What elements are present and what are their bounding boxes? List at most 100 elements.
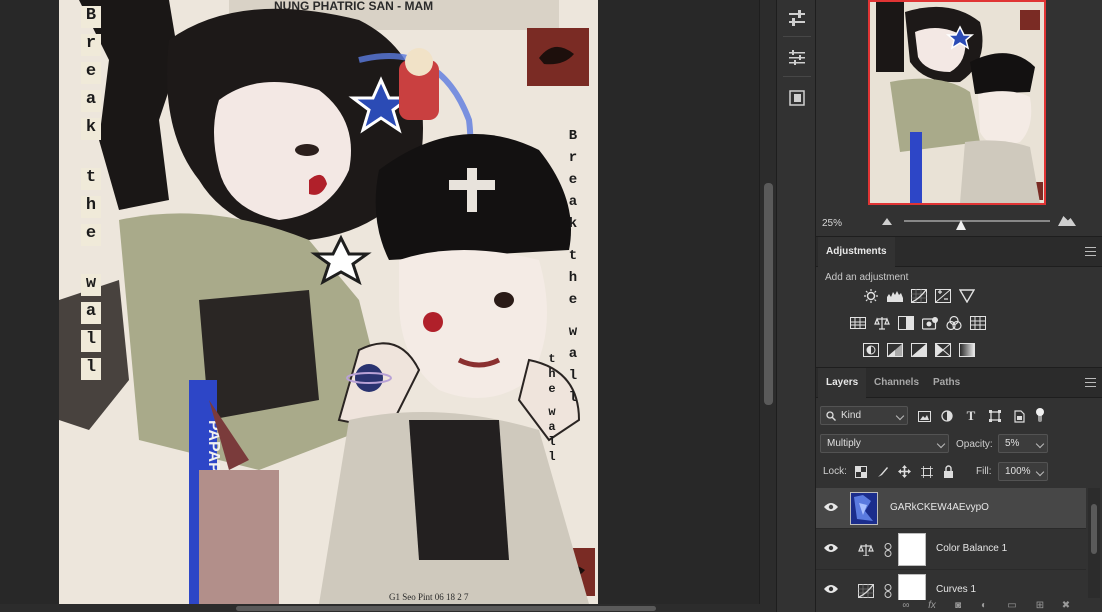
- add-mask-icon[interactable]: ◙: [952, 601, 964, 611]
- adjustments-tab-bar: Adjustments: [816, 237, 1102, 267]
- smart-object-filter-icon[interactable]: [1012, 409, 1026, 423]
- artwork-signature: G1 Seo Pint 06 18 2 7: [389, 592, 469, 602]
- color-lookup-icon[interactable]: [970, 316, 986, 330]
- tab-layers[interactable]: Layers: [818, 368, 867, 398]
- brightness-contrast-icon[interactable]: [863, 289, 879, 303]
- divider: [783, 36, 811, 37]
- adjustments-panel-icon[interactable]: [785, 46, 809, 70]
- letter: h: [81, 196, 101, 218]
- exposure-icon[interactable]: [935, 289, 951, 303]
- panel-icon-strip: [776, 0, 816, 612]
- color-balance-icon: [858, 544, 874, 556]
- scrollbar-thumb[interactable]: [1091, 504, 1097, 554]
- type-layer-filter-icon[interactable]: T: [964, 408, 978, 423]
- threshold-icon[interactable]: [911, 343, 927, 357]
- selective-color-icon[interactable]: [935, 343, 951, 357]
- delete-layer-icon[interactable]: ✖: [1060, 601, 1072, 611]
- filter-toggle-icon[interactable]: [1033, 408, 1047, 423]
- filter-kind-value: Kind: [841, 410, 862, 421]
- document-canvas[interactable]: NUNG PHATRIC SAN - MAM PAPAPAPA G1 Seo P…: [59, 0, 598, 604]
- panel-menu-icon[interactable]: [1085, 247, 1096, 256]
- letter: e: [568, 292, 578, 308]
- lock-artboard-icon[interactable]: [920, 465, 933, 478]
- lock-position-icon[interactable]: [898, 465, 911, 478]
- artwork-right-vertical-text: t h e w a l l: [545, 352, 559, 465]
- fill-label: Fill:: [976, 466, 992, 477]
- lock-label: Lock:: [823, 466, 847, 477]
- navigator-preview[interactable]: [868, 0, 1046, 205]
- lock-transparent-pixels-icon[interactable]: [854, 465, 867, 478]
- curves-icon[interactable]: [911, 289, 927, 303]
- navigator-zoom-value[interactable]: 25%: [822, 218, 842, 229]
- zoom-in-icon[interactable]: [1058, 216, 1076, 226]
- black-white-icon[interactable]: [898, 316, 914, 330]
- navigator-zoom-slider[interactable]: [904, 220, 1050, 222]
- layer-row[interactable]: GARkCKEW4AEvypO: [816, 488, 1086, 529]
- shape-layer-filter-icon[interactable]: [988, 409, 1002, 423]
- curves-icon: [858, 584, 874, 598]
- layer-name[interactable]: Color Balance 1: [936, 543, 1007, 554]
- adjustment-layer-filter-icon[interactable]: [940, 409, 954, 423]
- scrollbar-thumb[interactable]: [764, 183, 773, 405]
- fill-input[interactable]: 100%: [998, 462, 1048, 481]
- adjustments-hint: Add an adjustment: [825, 272, 909, 283]
- canvas-horizontal-scrollbar[interactable]: [0, 604, 776, 612]
- opacity-value: 5%: [1005, 438, 1020, 449]
- posterize-icon[interactable]: [887, 343, 903, 357]
- scrollbar-thumb[interactable]: [236, 606, 656, 611]
- tab-channels[interactable]: Channels: [866, 368, 927, 398]
- letter: a: [81, 302, 101, 324]
- layer-mask-thumbnail[interactable]: [898, 533, 926, 566]
- letter: l: [548, 435, 556, 449]
- zoom-out-icon[interactable]: [882, 218, 892, 225]
- fill-value: 100%: [1005, 466, 1031, 477]
- opacity-input[interactable]: 5%: [998, 434, 1048, 453]
- photo-filter-icon[interactable]: [922, 316, 938, 330]
- hue-saturation-icon[interactable]: [850, 316, 866, 330]
- chevron-down-icon: [1035, 467, 1045, 477]
- channel-mixer-icon[interactable]: [946, 316, 962, 330]
- search-icon: [826, 411, 836, 421]
- layers-scrollbar[interactable]: [1088, 488, 1100, 598]
- lock-all-icon[interactable]: [942, 465, 955, 478]
- invert-icon[interactable]: [863, 343, 879, 357]
- color-balance-icon[interactable]: [874, 316, 890, 330]
- letter: a: [568, 194, 578, 210]
- layer-filter-kind-select[interactable]: Kind: [820, 406, 908, 425]
- letter: e: [548, 382, 556, 396]
- blend-mode-select[interactable]: Multiply: [820, 434, 949, 453]
- gradient-map-icon[interactable]: [959, 343, 975, 357]
- eye-icon[interactable]: [824, 502, 838, 512]
- letter: l: [568, 390, 578, 406]
- lock-image-pixels-icon[interactable]: [876, 465, 889, 478]
- new-adjustment-icon[interactable]: ◐: [978, 601, 990, 611]
- layer-row[interactable]: Color Balance 1: [816, 529, 1086, 570]
- properties-panel-icon[interactable]: [785, 6, 809, 30]
- levels-icon[interactable]: [887, 289, 903, 303]
- eye-icon[interactable]: [824, 543, 838, 553]
- canvas-vertical-scrollbar[interactable]: [759, 0, 776, 612]
- new-layer-icon[interactable]: ⊞: [1034, 601, 1046, 611]
- new-group-icon[interactable]: ▭: [1006, 601, 1018, 611]
- artwork-left-vertical-text: B r e a k t h e w a l l: [81, 6, 101, 380]
- link-icon[interactable]: [884, 584, 892, 598]
- vibrance-icon[interactable]: [959, 289, 975, 303]
- libraries-panel-icon[interactable]: [785, 86, 809, 110]
- letter: l: [568, 368, 578, 384]
- letter: r: [568, 150, 578, 166]
- link-layers-icon[interactable]: ∞: [900, 601, 912, 611]
- letter: e: [81, 224, 101, 246]
- document-workspace[interactable]: NUNG PHATRIC SAN - MAM PAPAPAPA G1 Seo P…: [0, 0, 758, 612]
- letter: l: [548, 450, 556, 464]
- panel-menu-icon[interactable]: [1085, 378, 1096, 387]
- layers-tab-bar: Layers Channels Paths: [816, 368, 1102, 398]
- layer-name[interactable]: GARkCKEW4AEvypO: [890, 502, 989, 513]
- eye-icon[interactable]: [824, 584, 838, 594]
- fx-icon[interactable]: fx: [926, 601, 938, 611]
- layer-name[interactable]: Curves 1: [936, 584, 976, 595]
- tab-paths[interactable]: Paths: [925, 368, 968, 398]
- pixel-layer-filter-icon[interactable]: [917, 409, 931, 423]
- letter: w: [81, 274, 101, 296]
- link-icon[interactable]: [884, 543, 892, 557]
- tab-adjustments[interactable]: Adjustments: [818, 237, 895, 267]
